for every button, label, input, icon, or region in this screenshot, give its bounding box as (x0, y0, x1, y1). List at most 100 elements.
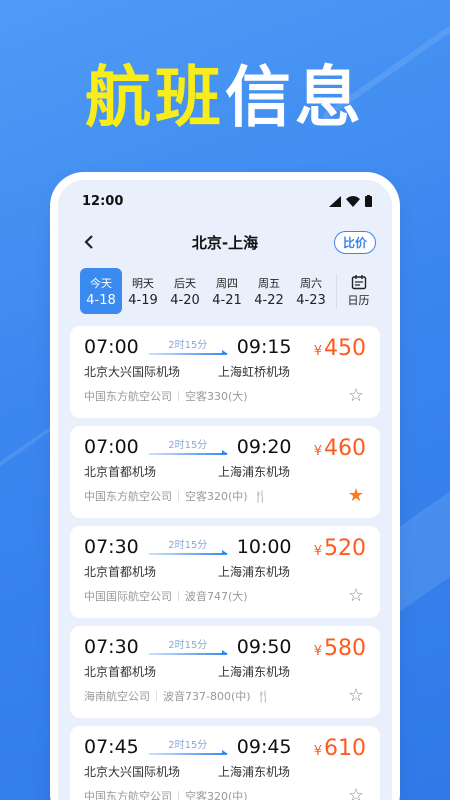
date-tab[interactable]: 周五 4-22 (248, 268, 290, 314)
arrival-time: 10:00 (236, 536, 292, 558)
date-tab-day: 周五 (258, 276, 280, 290)
divider (178, 491, 179, 501)
calendar-label: 日历 (347, 294, 370, 307)
duration-text: 2时15分 (168, 340, 208, 351)
flight-card[interactable]: 07:00 2时15分 09:15 ¥450 北京大兴国际机场 上海虹桥机场中国东方航空公… (70, 326, 380, 418)
price-value: 460 (324, 436, 366, 461)
currency-symbol: ¥ (313, 544, 322, 559)
aircraft: 波音737-800(中) (163, 690, 251, 703)
arrival-airport: 上海浦东机场 (218, 665, 291, 679)
departure-airport: 北京大兴国际机场 (84, 765, 181, 779)
flight-arrow-icon (148, 650, 228, 655)
airline: 中国东方航空公司 (84, 390, 172, 403)
back-icon[interactable] (78, 231, 100, 253)
price: ¥520 (314, 536, 366, 561)
date-tab[interactable]: 明天 4-19 (122, 268, 164, 314)
favorite-star-icon[interactable]: ☆ (348, 685, 364, 706)
price-value: 610 (324, 736, 366, 761)
divider (178, 391, 179, 401)
flight-arrow-icon (148, 450, 228, 455)
departure-time: 07:00 (84, 436, 139, 458)
flight-arrow-icon (148, 750, 228, 755)
price: ¥580 (314, 636, 366, 661)
price: ¥610 (314, 736, 366, 761)
arrival-time: 09:15 (236, 336, 292, 358)
battery-icon (365, 195, 372, 207)
departure-airport: 北京大兴国际机场 (84, 365, 181, 379)
duration: 2时15分 (148, 436, 228, 458)
date-tab[interactable]: 今天 4-18 (80, 268, 122, 314)
currency-symbol: ¥ (313, 344, 322, 359)
duration: 2时15分 (148, 736, 228, 758)
phone-frame: 12:00 北京-上海 比价 今天 4-18 明天 4-19 后天 4-20 周四 4-21 周… (58, 180, 392, 800)
status-icons (329, 195, 372, 207)
airline: 中国东方航空公司 (84, 790, 172, 800)
date-tab-date: 4-18 (86, 292, 116, 308)
price: ¥450 (314, 336, 366, 361)
arrival-time: 09:50 (236, 636, 292, 658)
date-tab[interactable]: 周四 4-21 (206, 268, 248, 314)
flight-card[interactable]: 07:00 2时15分 09:20 ¥460 北京首都机场 上海浦东机场中国东方航空公司空… (70, 426, 380, 518)
aircraft: 空客320(中) (185, 490, 248, 503)
price: ¥460 (314, 436, 366, 461)
departure-time: 07:45 (84, 736, 139, 758)
date-tab-date: 4-19 (128, 292, 158, 308)
departure-airport: 北京首都机场 (84, 665, 157, 679)
date-tab-date: 4-23 (296, 292, 326, 308)
aircraft: 空客320(中) (185, 790, 248, 800)
nav-bar: 北京-上海 比价 (58, 222, 392, 262)
flight-card[interactable]: 07:30 2时15分 09:50 ¥580 北京首都机场 上海浦东机场 海南航空公司 波音7… (70, 626, 380, 718)
status-time: 12:00 (82, 193, 124, 209)
duration: 2时15分 (148, 536, 228, 558)
date-tab-day: 明天 (132, 276, 154, 290)
date-tab-date: 4-20 (170, 292, 200, 308)
flight-arrow-icon (148, 550, 228, 555)
divider (178, 591, 179, 601)
favorite-star-icon[interactable]: ★ (348, 485, 364, 506)
airline: 中国东方航空公司 (84, 490, 172, 503)
date-tab-day: 后天 (174, 276, 196, 290)
departure-time: 07:30 (84, 636, 139, 658)
date-tab-day: 周四 (216, 276, 238, 290)
flight-list: 07:00 2时15分 09:15 ¥450 北京大兴国际机场 上海虹桥机场中国东方航空公… (58, 320, 392, 800)
calendar-button[interactable]: 日历 (336, 274, 376, 308)
airline: 中国国际航空公司 (84, 590, 172, 603)
arrival-airport: 上海虹桥机场 (218, 365, 291, 379)
date-tab-day: 今天 (90, 276, 112, 290)
departure-airport: 北京首都机场 (84, 565, 157, 579)
compare-button[interactable]: 比价 (333, 230, 376, 254)
arrival-airport: 上海浦东机场 (218, 765, 291, 779)
divider (156, 691, 157, 701)
meal-icon: 🍴 (256, 689, 271, 703)
arrival-time: 09:45 (236, 736, 292, 758)
date-tab[interactable]: 周六 4-23 (290, 268, 332, 314)
airline: 海南航空公司 (84, 690, 150, 703)
flight-card[interactable]: 07:30 2时15分 10:00 ¥520 北京首都机场 上海浦东机场 中国国际航空公司波… (70, 526, 380, 618)
flight-arrow-icon (148, 350, 228, 355)
departure-time: 07:30 (84, 536, 139, 558)
arrival-airport: 上海浦东机场 (218, 565, 291, 579)
duration-text: 2时15分 (168, 440, 208, 451)
favorite-star-icon[interactable]: ☆ (348, 585, 364, 606)
favorite-star-icon[interactable]: ☆ (348, 785, 364, 800)
headline-yellow: 航班 (85, 59, 225, 136)
date-tab[interactable]: 后天 4-20 (164, 268, 206, 314)
date-tab-date: 4-22 (254, 292, 284, 308)
divider (178, 791, 179, 800)
departure-airport: 北京首都机场 (84, 465, 157, 479)
arrival-time: 09:20 (236, 436, 292, 458)
price-value: 580 (324, 636, 366, 661)
favorite-star-icon[interactable]: ☆ (348, 385, 364, 406)
arrival-airport: 上海浦东机场 (218, 465, 291, 479)
currency-symbol: ¥ (313, 644, 322, 659)
date-tab-date: 4-21 (212, 292, 242, 308)
duration-text: 2时15分 (168, 540, 208, 551)
signal-icon (329, 195, 341, 207)
duration-text: 2时15分 (168, 740, 208, 751)
departure-time: 07:00 (84, 336, 139, 358)
meal-icon: 🍴 (253, 489, 268, 503)
aircraft: 空客330(大) (185, 390, 248, 403)
price-value: 520 (324, 536, 366, 561)
date-tabs: 今天 4-18 明天 4-19 后天 4-20 周四 4-21 周五 4-22 周六 4-23 日历 (58, 262, 392, 320)
flight-card[interactable]: 07:45 2时15分 09:45 ¥610 北京大兴国际机场 上海浦东机场中国东方航空公… (70, 726, 380, 800)
